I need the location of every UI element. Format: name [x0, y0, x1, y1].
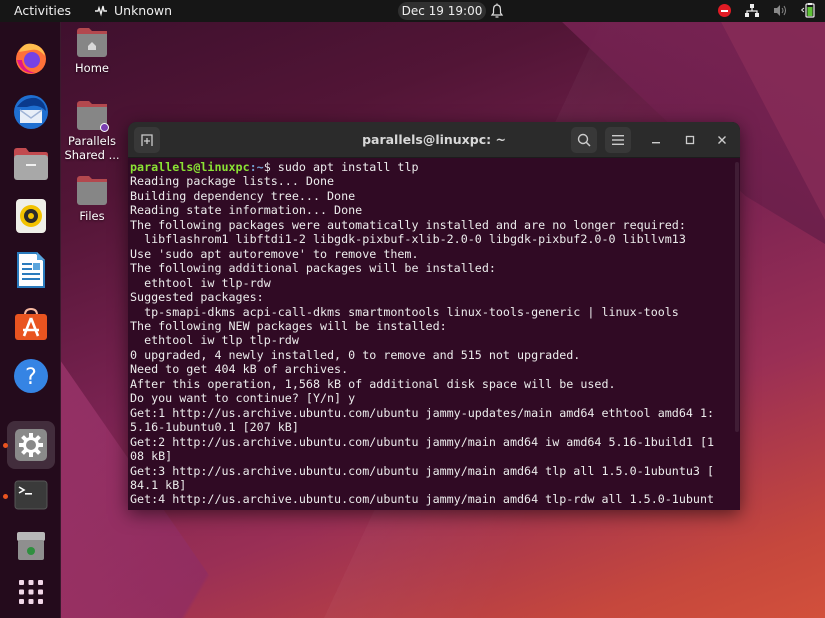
dock-item-files[interactable] [9, 142, 53, 186]
dock-item-firefox[interactable] [9, 36, 53, 80]
output-line: Reading state information... Done [130, 203, 363, 218]
terminal-icon [14, 480, 48, 510]
output-line: Get:3 http://us.archive.ubuntu.com/ubunt… [130, 463, 715, 478]
do-not-disturb-icon[interactable] [718, 4, 731, 17]
terminal-output[interactable]: parallels@linuxpc:~$ sudo apt install tl… [128, 159, 740, 510]
settings-icon [15, 429, 47, 461]
menu-button[interactable] [605, 127, 631, 153]
battery-icon[interactable] [801, 3, 815, 18]
output-line: The following additional packages will b… [130, 261, 496, 276]
rhythmbox-icon [16, 199, 46, 233]
hamburger-menu-icon [612, 135, 624, 145]
close-icon [718, 136, 726, 144]
running-indicator [3, 494, 8, 499]
system-tray[interactable] [718, 3, 815, 18]
close-button[interactable] [709, 127, 735, 153]
dock-item-trash[interactable] [9, 524, 53, 568]
output-line: ethtool iw tlp tlp-rdw [130, 333, 299, 348]
dock-item-settings[interactable] [7, 421, 55, 469]
output-line: tp-smapi-dkms acpi-call-dkms smartmontoo… [130, 304, 679, 319]
symlink-badge-icon [100, 123, 109, 132]
output-line: Get:1 http://us.archive.ubuntu.com/ubunt… [130, 405, 715, 420]
app-icon [95, 5, 107, 17]
desktop-icon-files[interactable]: Files [62, 179, 122, 223]
desktop-icon-parallels-shared[interactable]: Parallels Shared ... [62, 104, 122, 162]
output-line: libflashrom1 libftdi1-2 libgdk-pixbuf-xl… [130, 232, 686, 247]
dock-item-terminal[interactable] [9, 473, 53, 517]
search-button[interactable] [571, 127, 597, 153]
firefox-icon [16, 43, 46, 74]
help-icon: ? [14, 359, 48, 393]
shared-folder-icon [77, 104, 109, 132]
output-lines: Reading package lists... Done Building de… [130, 174, 740, 506]
output-line: Suggested packages: [130, 290, 264, 305]
output-line: The following NEW packages will be insta… [130, 318, 447, 333]
dock-item-ubuntu-software[interactable] [9, 302, 53, 346]
maximize-button[interactable] [677, 127, 703, 153]
dock-item-rhythmbox[interactable] [9, 194, 53, 238]
activities-button[interactable]: Activities [14, 3, 71, 18]
output-line: Reading package lists... Done [130, 174, 335, 189]
desktop-icon-home[interactable]: Home [62, 31, 122, 75]
folder-icon [77, 179, 107, 205]
terminal-window[interactable]: parallels@linuxpc: ~ parallels@linuxpc:~… [128, 122, 740, 510]
output-line: 5.16-1ubuntu0.1 [207 kB] [130, 420, 299, 435]
output-line: 08 kB] [130, 449, 173, 464]
output-line: ethtool iw tlp-rdw [130, 275, 271, 290]
output-line: Get:2 http://us.archive.ubuntu.com/ubunt… [130, 434, 715, 449]
output-line: Need to get 404 kB of archives. [130, 362, 349, 377]
minimize-button[interactable] [643, 127, 669, 153]
terminal-header-bar[interactable]: parallels@linuxpc: ~ [128, 122, 740, 158]
app-menu-label: Unknown [114, 3, 173, 18]
output-line: The following packages were automaticall… [130, 217, 686, 232]
writer-icon [17, 252, 45, 288]
running-indicator [3, 443, 8, 448]
network-icon[interactable] [745, 4, 759, 17]
search-icon [577, 133, 591, 147]
terminal-scrollbar[interactable] [735, 162, 739, 432]
output-line: 84.1 kB] [130, 477, 187, 492]
output-line: 0 upgraded, 4 newly installed, 0 to remo… [130, 347, 581, 362]
prompt-symbol: $ [263, 160, 278, 174]
command-text: sudo apt install tlp [277, 160, 419, 174]
desktop-icon-label: Files [79, 209, 105, 223]
desktop-icon-label: Home [75, 61, 109, 75]
output-line: Use 'sudo apt autoremove' to remove them… [130, 246, 419, 261]
output-line: After this operation, 1,568 kB of additi… [130, 376, 616, 391]
home-folder-icon [77, 31, 107, 57]
minimize-icon [652, 142, 660, 144]
show-applications-button[interactable] [9, 570, 53, 614]
thunderbird-icon [14, 95, 48, 129]
app-menu[interactable]: Unknown [94, 3, 172, 18]
dock-item-thunderbird[interactable] [9, 90, 53, 134]
prompt-user: parallels@linuxpc [130, 160, 250, 174]
files-icon [14, 148, 48, 180]
trash-icon [17, 532, 45, 560]
top-bar: Activities Unknown Dec 19 19:00 [0, 0, 825, 22]
software-icon [15, 307, 47, 340]
svg-text:?: ? [25, 365, 37, 390]
prompt-line: parallels@linuxpc:~$ sudo apt install tl… [130, 160, 740, 174]
output-line: Building dependency tree... Done [130, 188, 356, 203]
clock-button[interactable]: Dec 19 19:00 [398, 2, 486, 20]
desktop-icon-label: Parallels Shared ... [64, 134, 120, 162]
dock: ? [0, 22, 61, 618]
dock-item-help[interactable]: ? [9, 354, 53, 398]
output-line: Get:4 http://us.archive.ubuntu.com/ubunt… [130, 492, 715, 507]
maximize-icon [685, 135, 695, 145]
dock-item-writer[interactable] [9, 248, 53, 292]
app-grid-icon [19, 580, 43, 604]
prompt-path: :~ [249, 160, 264, 174]
notification-bell-icon[interactable] [490, 3, 504, 19]
volume-muted-icon[interactable] [773, 4, 787, 17]
output-line: Do you want to continue? [Y/n] y [130, 391, 356, 406]
